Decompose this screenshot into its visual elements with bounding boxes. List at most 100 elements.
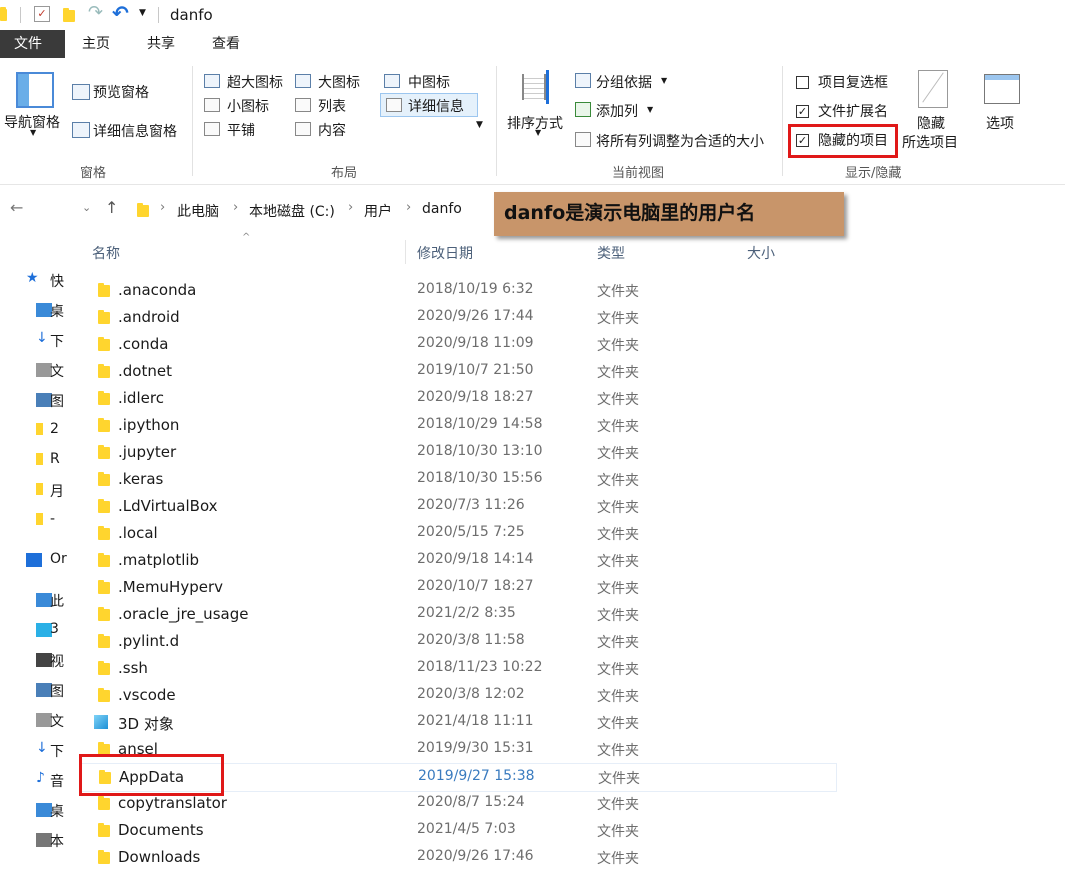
file-name: .keras [118,470,164,488]
3d-objects-icon [94,715,108,729]
file-name: .ssh [118,659,148,677]
file-date: 2020/9/18 14:14 [417,551,534,567]
file-name: .local [118,524,158,542]
file-date: 2021/2/2 8:35 [417,605,516,621]
folder-icon [98,661,110,675]
file-type: 文件夹 [597,689,639,705]
file-row[interactable]: .anaconda 2018/10/19 6:32 文件夹 [80,277,835,304]
folder-icon [98,499,110,513]
folder-icon [98,472,110,486]
file-type: 文件夹 [597,392,639,408]
file-date: 2020/10/7 18:27 [417,578,534,594]
file-row[interactable]: .jupyter 2018/10/30 13:10 文件夹 [80,439,835,466]
file-type: 文件夹 [597,797,639,813]
folder-icon [98,634,110,648]
file-name: .android [118,308,180,326]
folder-icon [98,796,110,810]
folder-icon [98,850,110,864]
file-name: .jupyter [118,443,177,461]
folder-icon [98,364,110,378]
folder-icon [98,553,110,567]
file-date: 2018/11/23 10:22 [417,659,543,675]
file-date: 2021/4/18 11:11 [417,713,534,729]
file-name: Downloads [118,848,201,866]
file-type: 文件夹 [597,608,639,624]
file-name: .idlerc [118,389,164,407]
file-type: 文件夹 [597,716,639,732]
file-name: .conda [118,335,169,353]
file-date: 2020/9/18 18:27 [417,389,534,405]
appdata-highlight [79,754,224,796]
file-row[interactable]: .oracle_jre_usage 2021/2/2 8:35 文件夹 [80,601,835,628]
file-type: 文件夹 [598,771,640,787]
file-name: .MemuHyperv [118,578,224,596]
file-date: 2019/9/30 15:31 [417,740,534,756]
file-row[interactable]: .pylint.d 2020/3/8 11:58 文件夹 [80,628,835,655]
file-row[interactable]: .keras 2018/10/30 15:56 文件夹 [80,466,835,493]
file-name: .oracle_jre_usage [118,605,249,623]
file-row[interactable]: Downloads 2020/9/26 17:46 文件夹 [80,844,835,871]
folder-icon [98,688,110,702]
file-row[interactable]: .LdVirtualBox 2020/7/3 11:26 文件夹 [80,493,835,520]
file-date: 2020/3/8 12:02 [417,686,525,702]
folder-icon [98,580,110,594]
file-type: 文件夹 [597,284,639,300]
file-row[interactable]: .ipython 2018/10/29 14:58 文件夹 [80,412,835,439]
file-date: 2018/10/29 14:58 [417,416,543,432]
folder-icon [98,337,110,351]
folder-icon [98,283,110,297]
file-type: 文件夹 [597,581,639,597]
file-date: 2018/10/30 15:56 [417,470,543,486]
file-row[interactable]: .dotnet 2019/10/7 21:50 文件夹 [80,358,835,385]
file-row[interactable]: .ssh 2018/11/23 10:22 文件夹 [80,655,835,682]
folder-icon [98,823,110,837]
file-type: 文件夹 [597,419,639,435]
file-date: 2018/10/30 13:10 [417,443,543,459]
file-type: 文件夹 [597,311,639,327]
file-type: 文件夹 [597,527,639,543]
file-row[interactable]: .idlerc 2020/9/18 18:27 文件夹 [80,385,835,412]
file-name: .matplotlib [118,551,200,569]
file-date: 2020/5/15 7:25 [417,524,525,540]
file-date: 2020/7/3 11:26 [417,497,525,513]
file-date: 2020/9/26 17:44 [417,308,534,324]
folder-icon [98,391,110,405]
file-type: 文件夹 [597,446,639,462]
file-row[interactable]: .local 2020/5/15 7:25 文件夹 [80,520,835,547]
file-date: 2020/9/18 11:09 [417,335,534,351]
file-date: 2018/10/19 6:32 [417,281,534,297]
file-type: 文件夹 [597,473,639,489]
folder-icon [98,607,110,621]
file-name: .ipython [118,416,180,434]
file-row[interactable]: .vscode 2020/3/8 12:02 文件夹 [80,682,835,709]
file-row[interactable]: .android 2020/9/26 17:44 文件夹 [80,304,835,331]
file-type: 文件夹 [597,824,639,840]
file-row[interactable]: .MemuHyperv 2020/10/7 18:27 文件夹 [80,574,835,601]
file-name: 3D 对象 [118,715,174,733]
file-row[interactable]: .conda 2020/9/18 11:09 文件夹 [80,331,835,358]
file-list: .anaconda 2018/10/19 6:32 文件夹 .android 2020/… [0,0,1065,867]
file-name: Documents [118,821,204,839]
file-row[interactable]: .matplotlib 2020/9/18 14:14 文件夹 [80,547,835,574]
file-type: 文件夹 [597,743,639,759]
file-name: .anaconda [118,281,197,299]
file-type: 文件夹 [597,851,639,867]
file-row[interactable]: 3D 对象 2021/4/18 11:11 文件夹 [80,709,835,736]
file-row[interactable]: Documents 2021/4/5 7:03 文件夹 [80,817,835,844]
folder-icon [98,445,110,459]
file-type: 文件夹 [597,554,639,570]
file-date: 2021/4/5 7:03 [417,821,516,837]
file-name: copytranslator [118,794,227,812]
folder-icon [98,526,110,540]
file-type: 文件夹 [597,500,639,516]
file-date: 2020/3/8 11:58 [417,632,525,648]
file-name: .LdVirtualBox [118,497,218,515]
folder-icon [98,310,110,324]
file-date: 2020/8/7 15:24 [417,794,525,810]
file-date: 2020/9/26 17:46 [417,848,534,864]
file-date: 2019/9/27 15:38 [418,768,535,784]
file-date: 2019/10/7 21:50 [417,362,534,378]
file-name: .vscode [118,686,176,704]
file-type: 文件夹 [597,635,639,651]
file-type: 文件夹 [597,338,639,354]
